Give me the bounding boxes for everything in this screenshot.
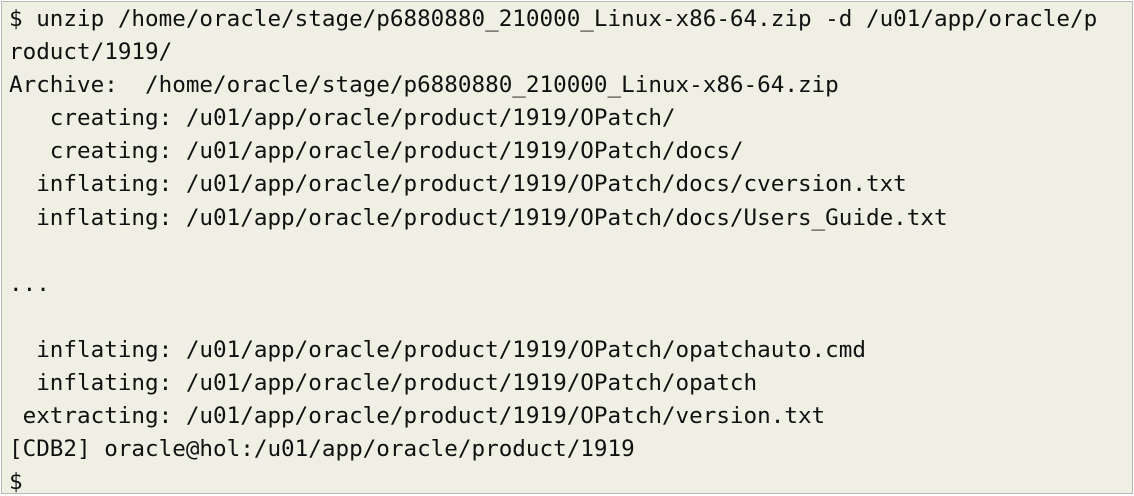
terminal-window[interactable]: $ unzip /home/oracle/stage/p6880880_2100… [1, 1, 1133, 494]
output-line-creating: creating: /u01/app/oracle/product/1919/O… [9, 138, 744, 165]
output-line-inflating: inflating: /u01/app/oracle/product/1919/… [9, 370, 758, 397]
output-line-creating: creating: /u01/app/oracle/product/1919/O… [9, 105, 676, 132]
shell-prompt-path: [CDB2] oracle@hol:/u01/app/oracle/produc… [9, 436, 635, 463]
ellipsis-line: ... [9, 270, 50, 297]
shell-prompt[interactable]: $ [9, 466, 1132, 494]
output-line-inflating: inflating: /u01/app/oracle/product/1919/… [9, 204, 948, 231]
archive-line: Archive: /home/oracle/stage/p6880880_210… [9, 72, 839, 99]
command-line: $ unzip /home/oracle/stage/p6880880_2100… [9, 6, 1098, 32]
output-line-inflating: inflating: /u01/app/oracle/product/1919/… [9, 171, 907, 198]
command-line-wrap: roduct/1919/ [9, 39, 173, 66]
prompt-symbol: $ [9, 469, 23, 494]
output-line-inflating: inflating: /u01/app/oracle/product/1919/… [9, 336, 866, 363]
output-line-extracting: extracting: /u01/app/oracle/product/1919… [9, 403, 826, 430]
